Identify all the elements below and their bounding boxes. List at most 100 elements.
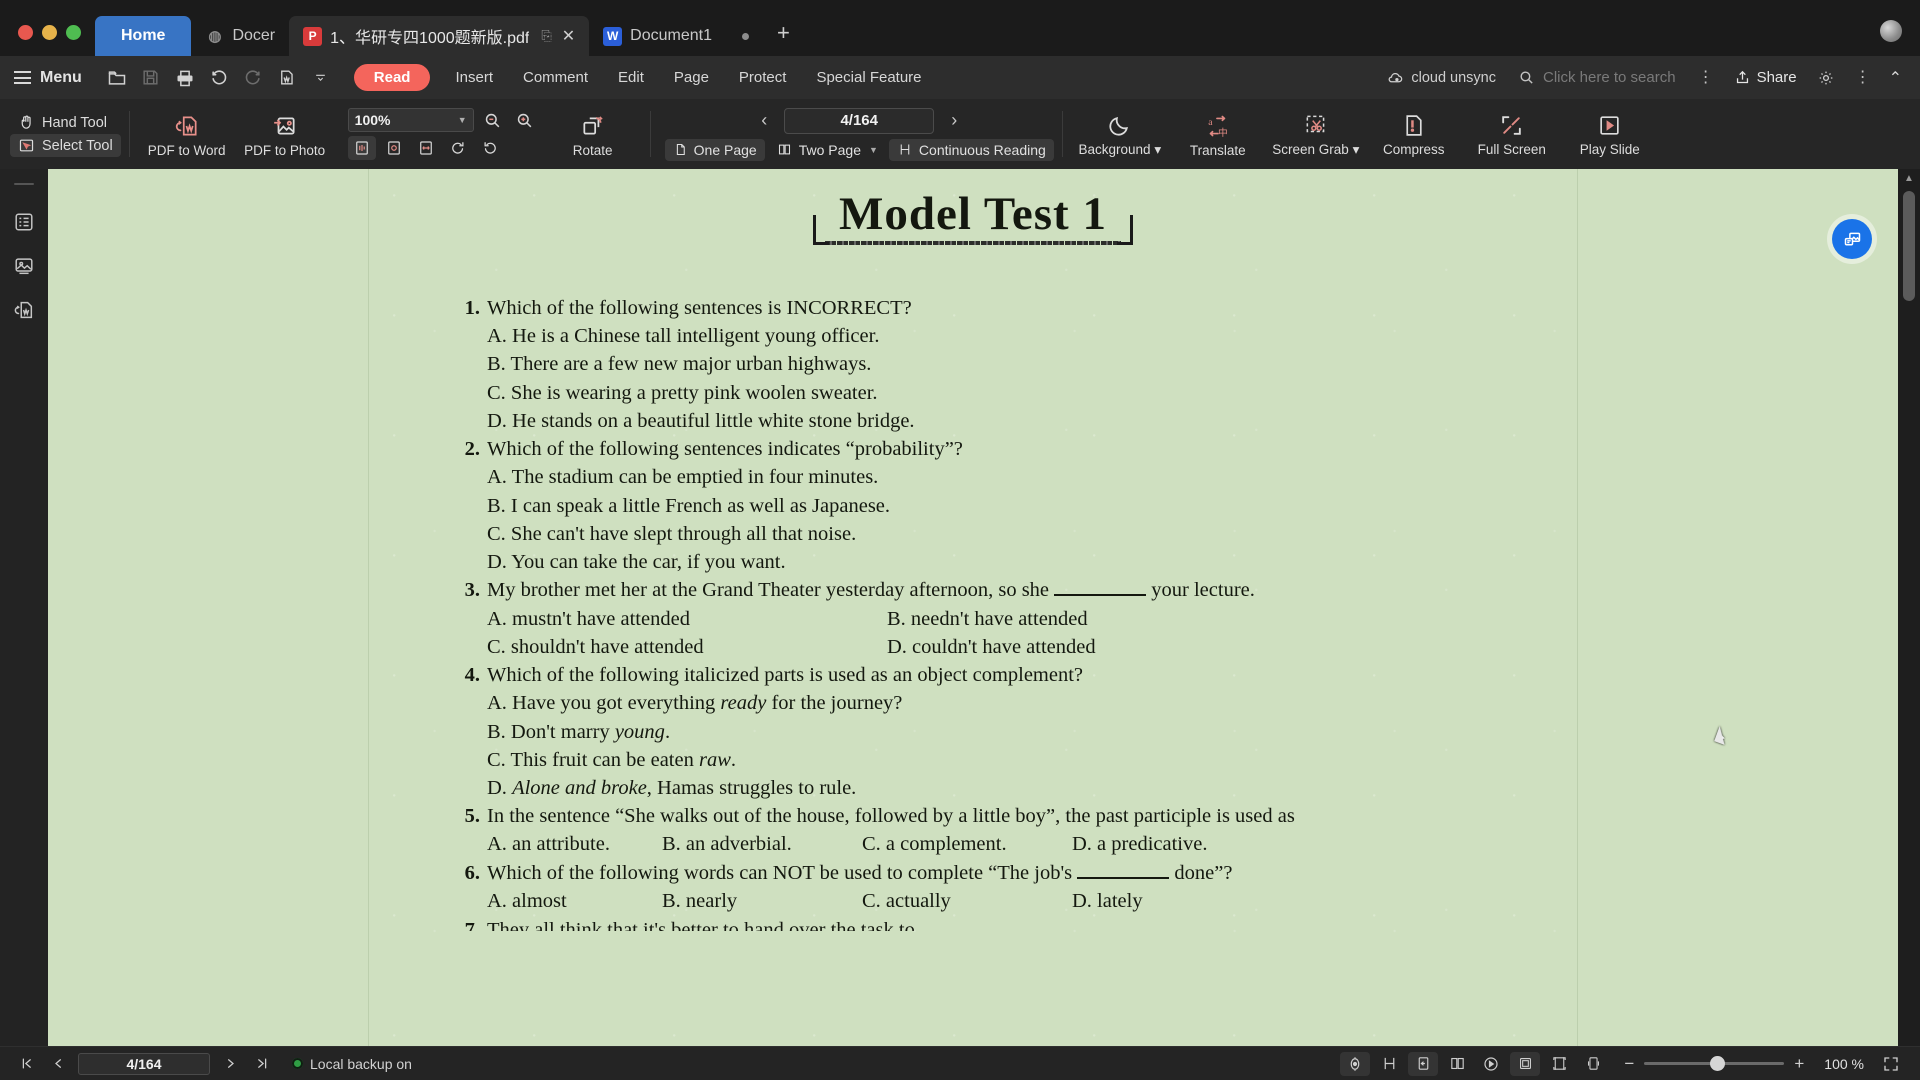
undo-icon[interactable] <box>204 64 234 92</box>
hand-tool-button[interactable]: Hand Tool <box>10 111 121 134</box>
sidebar-item-convert[interactable] <box>9 295 39 325</box>
fit-actual-size-icon[interactable] <box>347 136 376 160</box>
document-viewport[interactable]: Model Test 1 1. Which of the following s… <box>48 169 1920 1046</box>
pdf-to-word-button[interactable]: PDF to Word <box>138 99 236 169</box>
two-page-view-button[interactable] <box>1442 1052 1472 1076</box>
fit-width-button[interactable] <box>1578 1052 1608 1076</box>
print-icon[interactable] <box>170 64 200 92</box>
backup-status[interactable]: Local backup on <box>292 1056 412 1072</box>
select-tool-button[interactable]: Select Tool <box>10 134 121 157</box>
fit-page-icon[interactable] <box>380 136 408 160</box>
open-file-icon[interactable] <box>102 64 132 92</box>
compress-button[interactable]: Compress <box>1365 99 1463 169</box>
option-d: D. Alone and broke, Hamas struggles to r… <box>487 776 857 799</box>
question-item: 2. Which of the following sentences indi… <box>369 436 1577 462</box>
zoom-slider[interactable]: − + <box>1624 1054 1804 1074</box>
sidebar-item-thumbnails[interactable] <box>9 251 39 281</box>
close-window-button[interactable] <box>18 25 33 40</box>
continuous-reading-button[interactable]: Continuous Reading <box>888 138 1054 161</box>
play-slide-button[interactable]: Play Slide <box>1561 99 1659 169</box>
tab-docer[interactable]: ◍ Docer <box>191 16 289 56</box>
maximize-window-button[interactable] <box>66 25 81 40</box>
pdf-to-word-quick-icon[interactable] <box>272 64 302 92</box>
settings-gear-icon[interactable] <box>1811 64 1841 92</box>
rotate-left-small-icon[interactable] <box>444 136 472 160</box>
full-screen-button[interactable]: Full Screen <box>1463 99 1561 169</box>
option-d: D. He stands on a beautiful little white… <box>487 409 915 432</box>
fit-page-button[interactable] <box>1544 1052 1574 1076</box>
question-number: 2. <box>464 438 480 461</box>
option-d: D. couldn't have attended <box>887 635 1096 658</box>
continuous-reading-button[interactable] <box>1374 1052 1404 1076</box>
tab-insert[interactable]: Insert <box>440 63 508 92</box>
menu-button[interactable]: Menu <box>40 69 82 87</box>
zoom-out-button[interactable] <box>480 108 506 132</box>
tab-page[interactable]: Page <box>659 63 724 92</box>
sidebar-item-outline[interactable] <box>9 207 39 237</box>
screenshot-floating-button[interactable] <box>1832 219 1872 259</box>
background-button[interactable]: Background ▾ <box>1071 99 1169 169</box>
zoom-in-button[interactable] <box>512 108 538 132</box>
tab-home-label: Home <box>121 27 166 44</box>
tab-read-mode[interactable]: Read <box>353 64 431 91</box>
two-page-button[interactable]: Two Page ▼ <box>768 139 886 161</box>
previous-page-button[interactable] <box>46 1056 70 1071</box>
scroll-up-arrow-icon[interactable]: ▲ <box>1898 169 1920 187</box>
screen-grab-button[interactable]: Screen Grab ▾ <box>1267 99 1365 169</box>
redo-icon[interactable] <box>238 64 268 92</box>
user-avatar[interactable] <box>1880 20 1902 42</box>
hamburger-menu-icon[interactable] <box>14 71 31 84</box>
last-page-button[interactable] <box>250 1056 274 1071</box>
fit-width-icon[interactable] <box>412 136 440 160</box>
two-page-dropdown-icon[interactable]: ▼ <box>869 145 878 155</box>
eye-protection-button[interactable] <box>1340 1051 1371 1076</box>
menu-bar-right: cloud unsync Click here to search ⋮ Shar… <box>1379 56 1908 99</box>
question-item: 5. In the sentence “She walks out of the… <box>369 803 1577 829</box>
collapse-ribbon-icon[interactable]: ⌃ <box>1883 68 1908 88</box>
pdf-to-photo-label: PDF to Photo <box>244 142 326 158</box>
zoom-in-button[interactable]: + <box>1794 1054 1804 1074</box>
tab-special-feature[interactable]: Special Feature <box>801 63 936 92</box>
minimize-window-button[interactable] <box>42 25 57 40</box>
tab-protect[interactable]: Protect <box>724 63 802 92</box>
close-tab-icon[interactable]: ✕ <box>562 26 575 46</box>
tab-edit[interactable]: Edit <box>603 63 659 92</box>
new-tab-button[interactable]: + <box>763 20 804 56</box>
pdf-to-photo-button[interactable]: PDF to Photo <box>236 99 334 169</box>
cloud-sync-status[interactable]: cloud unsync <box>1379 69 1504 86</box>
search-overflow-icon[interactable]: ⋮ <box>1690 69 1722 86</box>
one-page-view-button[interactable] <box>1408 1051 1439 1076</box>
fit-actual-size-button[interactable] <box>1510 1051 1541 1076</box>
share-label: Share <box>1756 69 1797 86</box>
zoom-slider-knob[interactable] <box>1710 1056 1726 1071</box>
one-page-button[interactable]: One Page <box>664 138 765 161</box>
question-item: 7. They all think that it's better to ha… <box>369 917 1577 931</box>
tab-document1[interactable]: W Document1 <box>589 16 763 56</box>
status-page-indicator[interactable]: 4/164 <box>78 1052 210 1075</box>
next-page-button[interactable] <box>218 1056 242 1071</box>
save-icon[interactable] <box>136 64 166 92</box>
tab-home[interactable]: Home <box>95 16 192 56</box>
page-indicator-input[interactable]: 4/164 <box>784 107 935 134</box>
search-input[interactable]: Click here to search <box>1508 69 1686 86</box>
share-button[interactable]: Share <box>1726 69 1805 86</box>
previous-page-button[interactable]: ‹ <box>754 110 774 131</box>
zoom-level-select[interactable]: 100% ▼ <box>347 108 474 132</box>
zoom-slider-track[interactable] <box>1644 1056 1785 1071</box>
more-options-icon[interactable]: ⋮ <box>1847 69 1879 86</box>
next-page-button[interactable]: › <box>944 110 964 131</box>
fullscreen-toggle-button[interactable] <box>1876 1052 1906 1076</box>
play-presentation-button[interactable] <box>1476 1052 1506 1076</box>
page-fit-icons <box>347 136 538 160</box>
tab-pdf-document[interactable]: P 1、华研专四1000题新版.pdf ⎘ ✕ <box>289 16 590 56</box>
pin-tab-icon[interactable]: ⎘ <box>541 28 551 44</box>
zoom-out-button[interactable]: − <box>1624 1054 1634 1074</box>
translate-button[interactable]: a 中 Translate <box>1169 99 1267 169</box>
tab-comment[interactable]: Comment <box>508 63 603 92</box>
rotate-button[interactable]: Rotate <box>544 99 642 169</box>
vertical-scrollbar[interactable]: ▲ <box>1898 169 1920 1046</box>
rotate-right-small-icon[interactable] <box>476 136 504 160</box>
quick-access-dropdown-icon[interactable] <box>306 64 336 92</box>
scrollbar-thumb[interactable] <box>1903 191 1915 301</box>
first-page-button[interactable] <box>14 1056 38 1071</box>
